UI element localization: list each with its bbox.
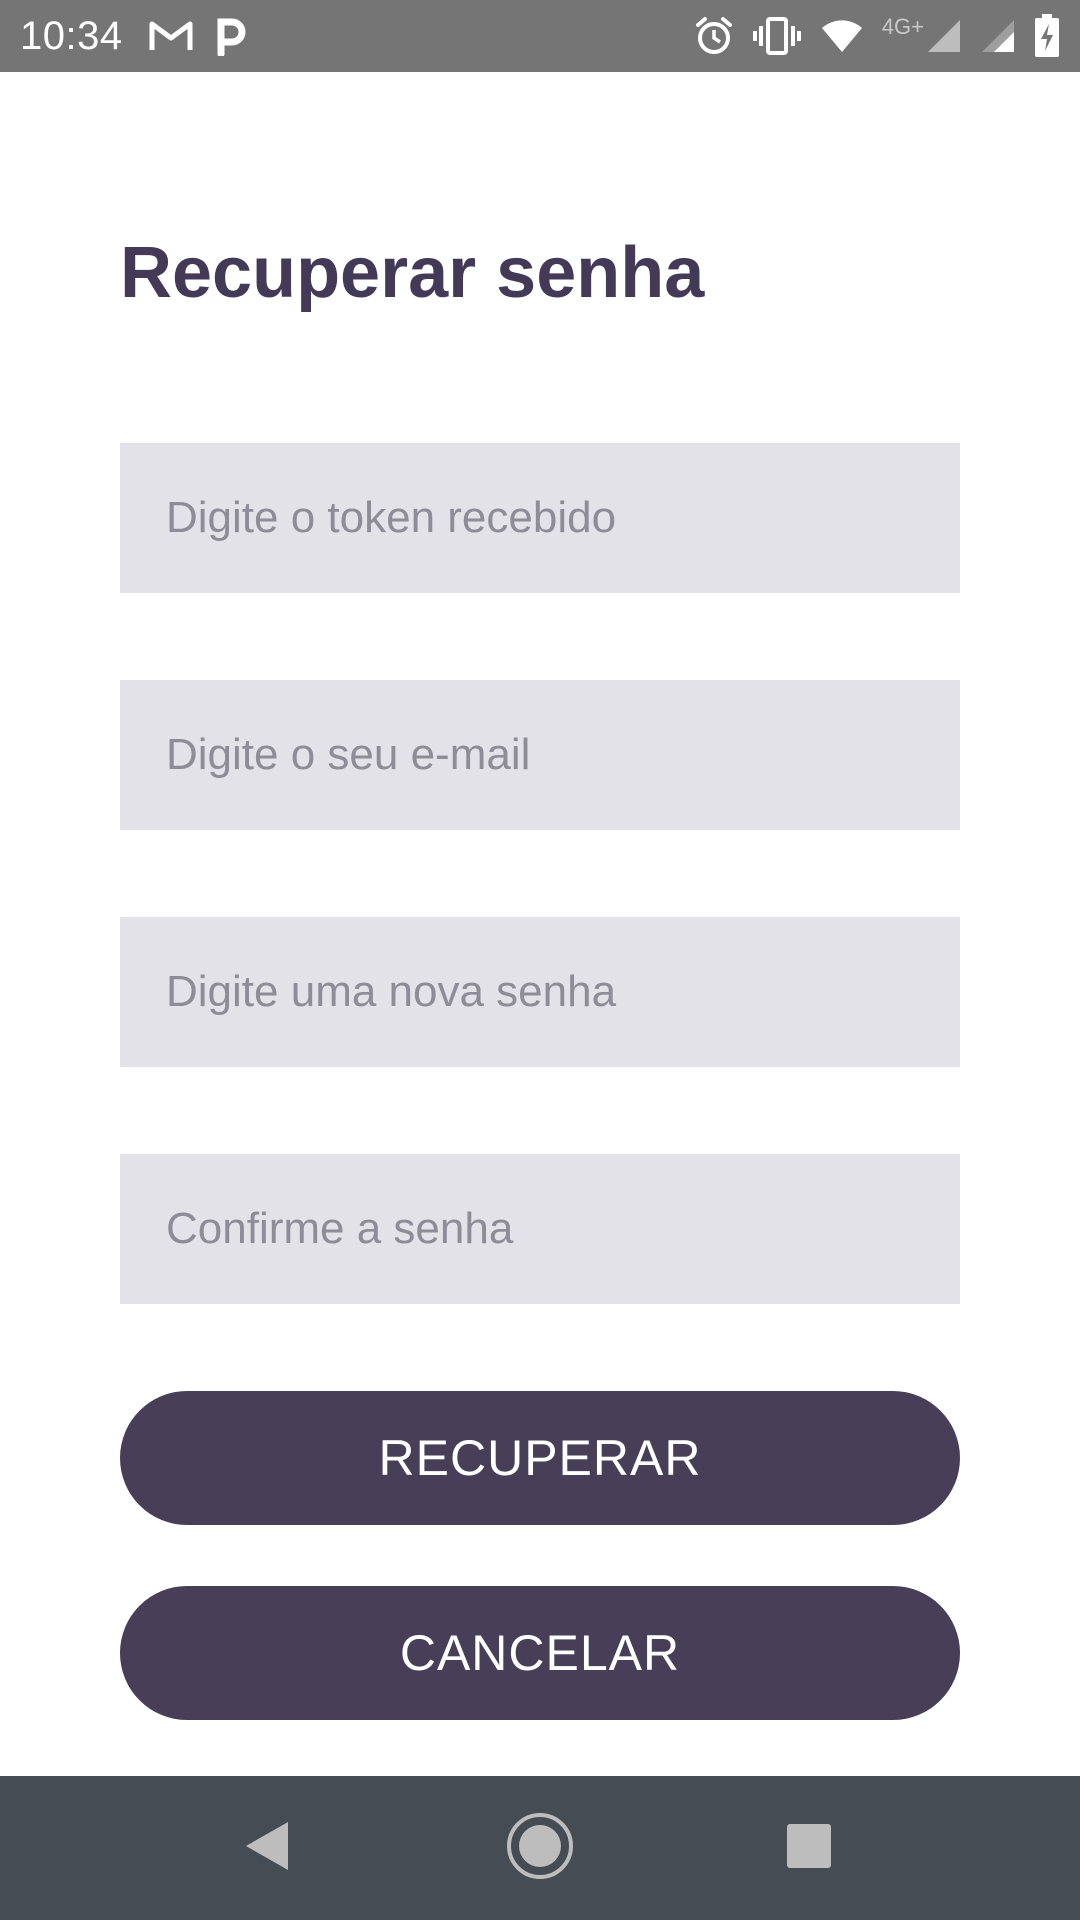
battery-charging-icon [1034,14,1060,58]
page-title: Recuperar senha [120,233,705,313]
recover-button[interactable]: RECUPERAR [120,1391,960,1525]
parking-app-icon [215,16,247,56]
wifi-icon [820,18,864,54]
status-bar: 10:34 4G+ [0,0,1080,72]
home-button[interactable] [460,1776,620,1920]
cancel-button[interactable]: CANCELAR [120,1586,960,1720]
network-type-label: 4G+ [881,14,924,39]
system-icons: 4G+ [694,14,1060,58]
alarm-icon [694,16,734,56]
confirm-password-input[interactable] [120,1154,960,1304]
notification-icons [149,16,247,56]
new-password-input[interactable] [120,917,960,1067]
signal-icon [980,18,1016,54]
navigation-bar [0,1776,1080,1920]
back-icon [242,1820,292,1877]
gmail-icon [149,19,193,53]
recents-button[interactable] [729,1776,889,1920]
status-time: 10:34 [20,13,123,58]
email-input[interactable] [120,680,960,830]
token-input[interactable] [120,443,960,593]
recents-icon [785,1822,833,1875]
back-button[interactable] [187,1776,347,1920]
home-icon [505,1811,575,1886]
vibrate-icon [752,16,802,56]
signal-icon [926,18,962,54]
